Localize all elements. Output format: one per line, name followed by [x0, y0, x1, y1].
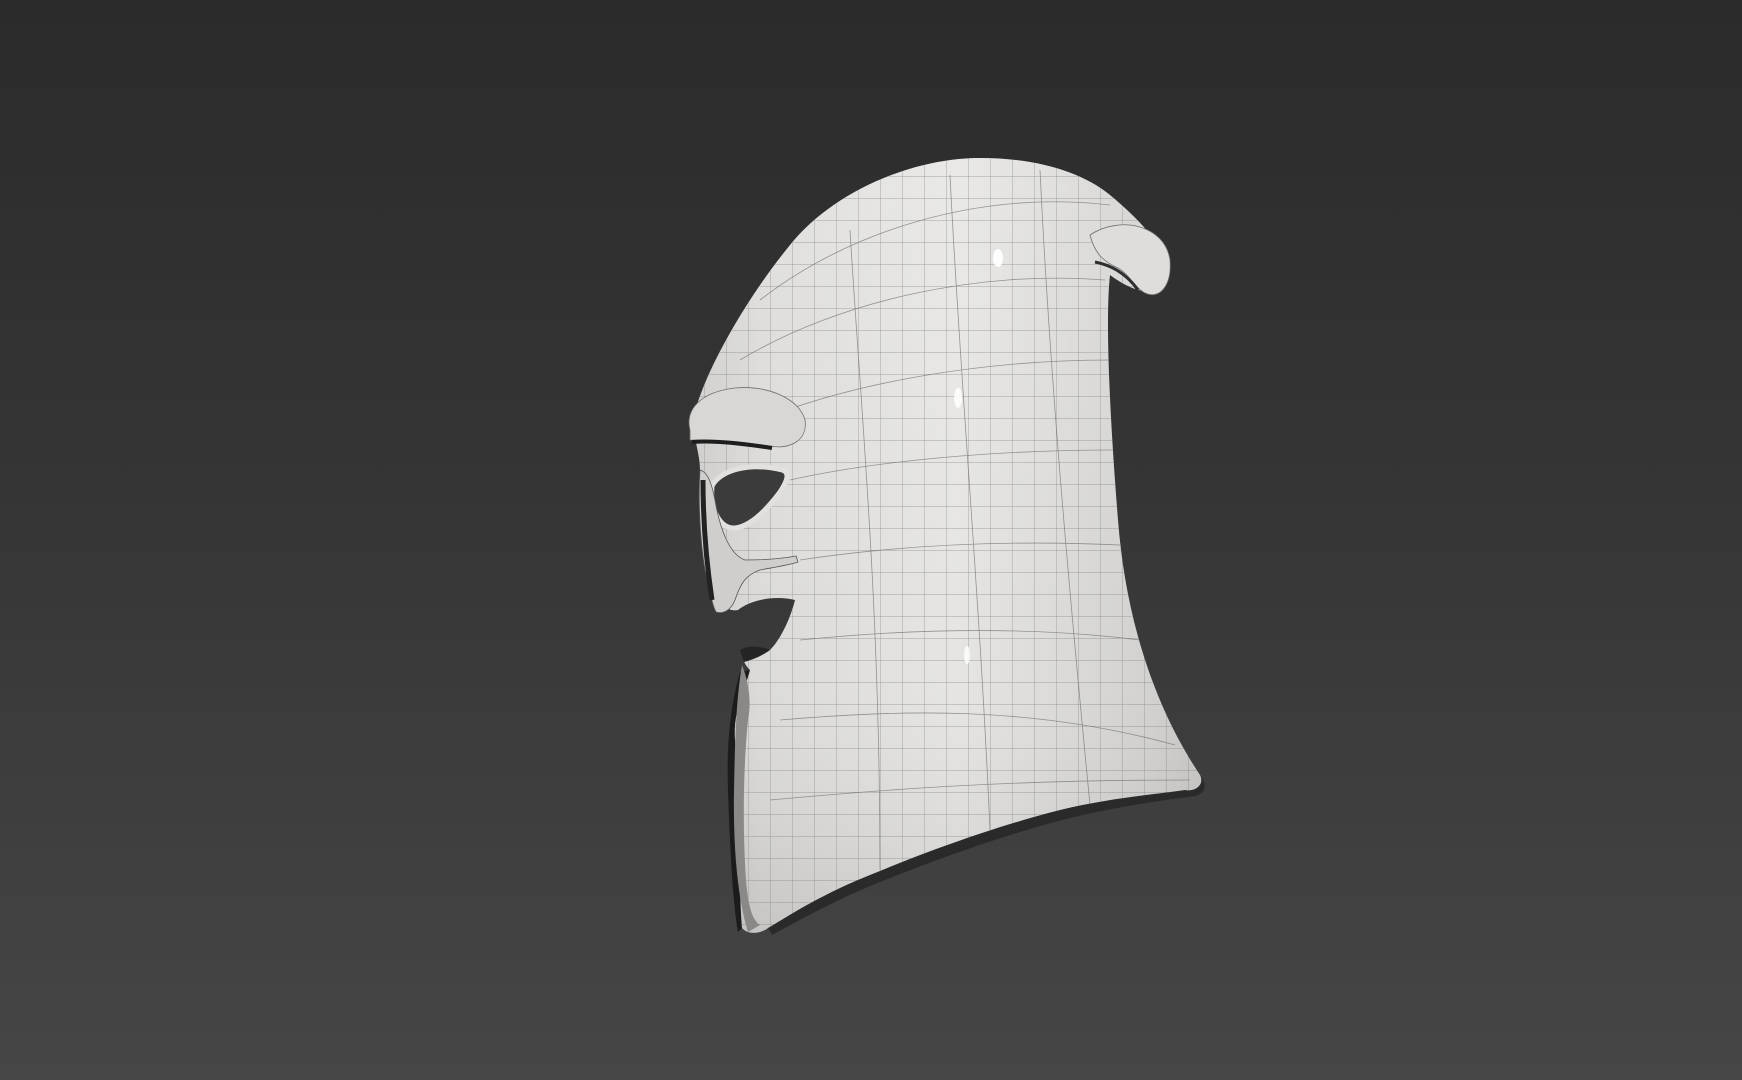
- specular-highlight-mid: [954, 388, 962, 408]
- helmet-model[interactable]: [0, 0, 1742, 1080]
- specular-highlight-lower: [964, 646, 970, 664]
- specular-highlight-upper: [993, 249, 1003, 267]
- 3d-viewport[interactable]: [0, 0, 1742, 1080]
